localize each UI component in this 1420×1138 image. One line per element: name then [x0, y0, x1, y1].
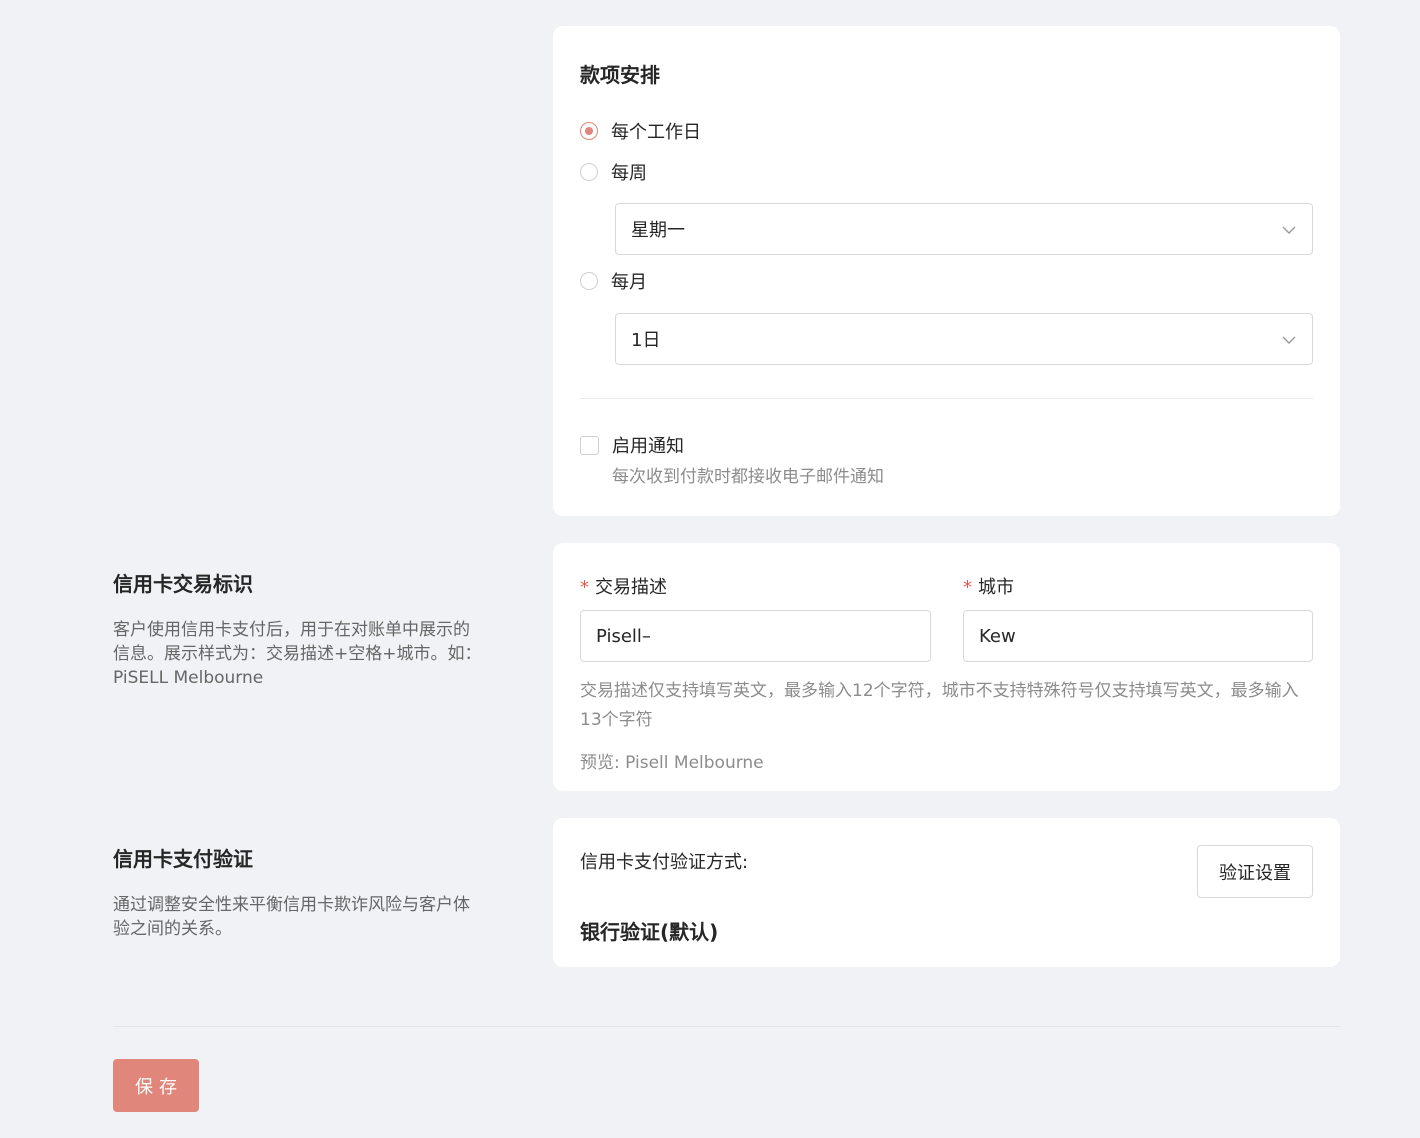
description-label: * 交易描述	[580, 573, 667, 599]
enable-notification-label: 启用通知	[612, 436, 684, 457]
descriptor-hint: 交易描述仅支持填写英文，最多输入12个字符，城市不支持特殊符号仅支持填写英文，最…	[580, 681, 1299, 730]
description-label-text: 交易描述	[595, 577, 667, 598]
statement-descriptor-desc: 客户使用信用卡支付后，用于在对账单中展示的信息。展示样式为：交易描述+空格+城市…	[113, 620, 482, 688]
radio-label: 每周	[611, 163, 647, 184]
verification-method-value: 银行验证(默认)	[580, 920, 719, 944]
radio-every-business-day[interactable]: 每个工作日	[580, 119, 701, 143]
required-mark: *	[963, 577, 972, 598]
verification-settings-button[interactable]: 验证设置	[1197, 845, 1313, 898]
radio-label: 每月	[611, 272, 647, 293]
description-input[interactable]: Pisell–	[580, 610, 931, 662]
radio-label: 每个工作日	[611, 122, 701, 143]
card-verification-card: 信用卡支付验证方式: 验证设置 银行验证(默认)	[553, 818, 1340, 967]
radio-unchecked-icon[interactable]	[580, 272, 598, 290]
city-input-value: Kew	[979, 625, 1016, 647]
statement-descriptor-title: 信用卡交易标识	[113, 572, 253, 596]
card-verification-desc: 通过调整安全性来平衡信用卡欺诈风险与客户体验之间的关系。	[113, 895, 470, 939]
radio-weekly[interactable]: 每周	[580, 160, 647, 184]
city-input[interactable]: Kew	[963, 610, 1313, 662]
descriptor-preview: 预览: Pisell Melbourne	[580, 753, 764, 773]
payout-schedule-title: 款项安排	[580, 63, 660, 87]
checkbox[interactable]	[580, 435, 599, 455]
radio-unchecked-icon[interactable]	[580, 163, 598, 181]
verification-method-label: 信用卡支付验证方式:	[580, 852, 749, 873]
radio-checked-icon[interactable]	[580, 122, 598, 140]
footer-divider	[113, 1026, 1340, 1027]
statement-descriptor-card: * 交易描述 * 城市 Pisell– Kew 交易描述仅支持填写英文，最多输入12…	[553, 543, 1340, 791]
city-label: * 城市	[963, 573, 1014, 599]
radio-monthly[interactable]: 每月	[580, 269, 647, 293]
payout-schedule-card: 款项安排 每个工作日 每周 星期一 每月 1日 启用通知 每次收到付款时都接收电…	[553, 26, 1340, 516]
day-of-month-select-value: 1日	[631, 330, 661, 351]
weekday-select[interactable]: 星期一	[615, 203, 1313, 255]
weekday-select-value: 星期一	[631, 220, 685, 241]
required-mark: *	[580, 577, 589, 598]
section-divider	[580, 398, 1313, 399]
day-of-month-select[interactable]: 1日	[615, 313, 1313, 365]
chevron-down-icon	[1282, 226, 1296, 234]
enable-notification-desc: 每次收到付款时都接收电子邮件通知	[612, 467, 884, 487]
enable-notification-checkbox-row[interactable]: 启用通知	[580, 433, 684, 457]
city-label-text: 城市	[978, 577, 1014, 598]
chevron-down-icon	[1282, 336, 1296, 344]
card-verification-title: 信用卡支付验证	[113, 847, 253, 871]
save-button[interactable]: 保存	[113, 1059, 199, 1112]
description-input-value: Pisell–	[596, 625, 651, 647]
save-button-label: 保存	[135, 1076, 183, 1098]
